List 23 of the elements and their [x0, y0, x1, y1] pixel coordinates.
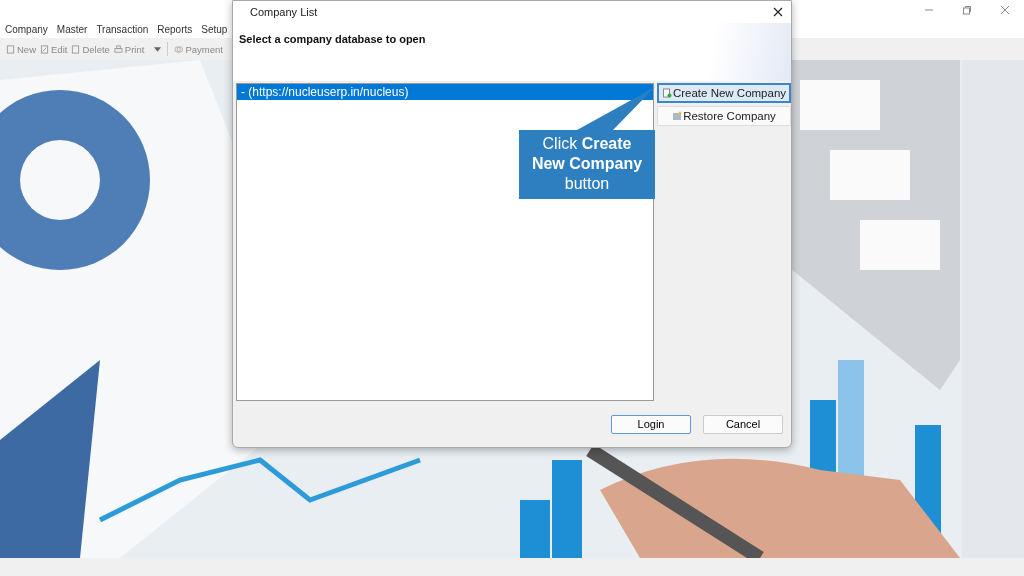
menu-item[interactable]: Reports	[157, 23, 193, 35]
coins-icon	[174, 44, 184, 54]
menu-item[interactable]: Company	[5, 23, 48, 35]
printer-icon	[113, 44, 123, 54]
cancel-button[interactable]: Cancel	[703, 414, 783, 434]
menu-item[interactable]: Transaction	[96, 23, 149, 35]
list-item[interactable]: - (https://nucleuserp.in/nucleus)	[237, 84, 653, 100]
document-icon	[661, 88, 672, 98]
caret-icon[interactable]	[154, 46, 162, 52]
dialog-heading: Select a company database to open	[239, 33, 426, 45]
login-button[interactable]: Login	[611, 414, 691, 434]
menu-item[interactable]: Setup	[201, 23, 228, 35]
document-icon	[672, 111, 683, 121]
callout-text: Click Create New Company button	[530, 134, 644, 194]
document-icon	[71, 44, 81, 54]
create-company-button[interactable]: Create New Company	[657, 83, 791, 103]
close-icon[interactable]	[773, 7, 783, 17]
restore-icon[interactable]	[962, 5, 972, 15]
document-icon	[6, 44, 15, 54]
restore-company-button[interactable]: Restore Company	[657, 106, 791, 126]
menu-item[interactable]: Master	[56, 23, 88, 35]
dialog-title: Company List	[250, 6, 318, 18]
edit-icon	[40, 44, 49, 54]
